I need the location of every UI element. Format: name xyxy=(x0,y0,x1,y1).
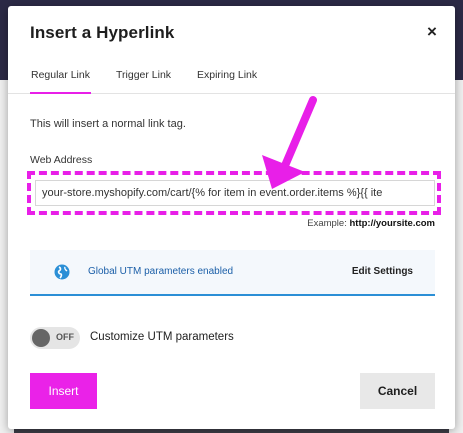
link-type-tabs: Regular Link Trigger Link Expiring Link xyxy=(8,64,455,94)
utm-status-text: Global UTM parameters enabled xyxy=(88,266,234,277)
customize-utm-label: Customize UTM parameters xyxy=(90,331,234,343)
tab-regular-link[interactable]: Regular Link xyxy=(30,69,91,94)
insert-button[interactable]: Insert xyxy=(30,373,97,409)
intro-text: This will insert a normal link tag. xyxy=(30,118,186,130)
insert-hyperlink-dialog: Insert a Hyperlink × Regular Link Trigge… xyxy=(8,6,455,429)
toggle-knob xyxy=(32,329,50,347)
customize-utm-toggle[interactable]: OFF xyxy=(30,327,80,349)
utm-banner: Global UTM parameters enabled Edit Setti… xyxy=(30,250,435,296)
web-address-label: Web Address xyxy=(30,154,93,166)
highlight-dashed-box xyxy=(27,171,441,215)
example-url: http://yoursite.com xyxy=(349,218,435,229)
example-hint: Example: http://yoursite.com xyxy=(307,218,435,229)
tab-trigger-link[interactable]: Trigger Link xyxy=(115,69,172,94)
globe-icon xyxy=(54,264,70,280)
toggle-state-text: OFF xyxy=(56,332,74,342)
web-address-input[interactable] xyxy=(35,180,435,206)
dialog-title: Insert a Hyperlink xyxy=(30,23,175,42)
edit-settings-link[interactable]: Edit Settings xyxy=(352,266,413,277)
close-icon[interactable]: × xyxy=(423,22,441,42)
example-prefix: Example: xyxy=(307,218,347,229)
cancel-button[interactable]: Cancel xyxy=(360,373,435,409)
tab-expiring-link[interactable]: Expiring Link xyxy=(196,69,258,94)
